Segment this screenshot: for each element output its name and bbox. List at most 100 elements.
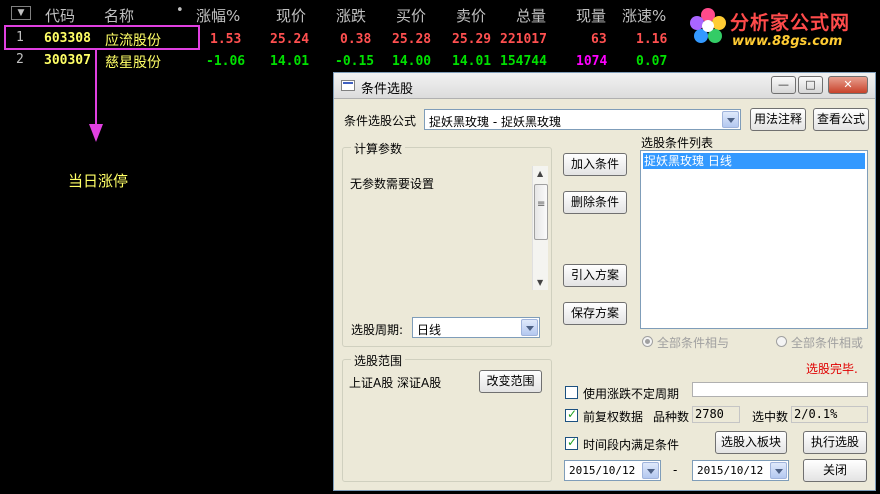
selected-label: 选中数 bbox=[752, 410, 789, 424]
dialog-title: 条件选股 bbox=[361, 82, 414, 97]
change-pct: -1.06 bbox=[206, 54, 246, 69]
col-speed[interactable]: 涨速% bbox=[622, 5, 666, 26]
uncertain-period-checkbox[interactable] bbox=[565, 386, 578, 399]
col-volume[interactable]: 总量 bbox=[516, 5, 546, 26]
flower-logo-icon bbox=[690, 8, 726, 43]
chevron-down-icon[interactable] bbox=[722, 111, 739, 128]
save-scheme-button[interactable]: 保存方案 bbox=[563, 302, 627, 325]
watermark-title: 分析家公式网 bbox=[730, 12, 851, 34]
selected-value: 2/0.1% bbox=[791, 406, 868, 423]
add-to-block-button[interactable]: 选股入板块 bbox=[715, 431, 787, 454]
speed: 1.16 bbox=[636, 32, 668, 47]
scroll-thumb[interactable] bbox=[534, 184, 548, 240]
period-select[interactable]: 日线 bbox=[412, 317, 540, 338]
date-to-picker[interactable]: 2015/10/12 bbox=[692, 460, 789, 481]
chevron-down-icon[interactable] bbox=[521, 319, 538, 336]
count-label: 品种数 bbox=[653, 410, 690, 424]
formula-label: 条件选股公式 bbox=[344, 114, 417, 128]
col-code[interactable]: 代码 bbox=[45, 5, 75, 26]
date-from-picker[interactable]: 2015/10/12 bbox=[564, 460, 661, 481]
bid-price: 25.28 bbox=[392, 32, 432, 47]
window-icon bbox=[341, 80, 355, 91]
radio-all-and-label: 全部条件相与 bbox=[657, 336, 730, 350]
col-ask[interactable]: 卖价 bbox=[456, 5, 486, 26]
period-label: 选股周期: bbox=[351, 323, 404, 337]
col-bid[interactable]: 买价 bbox=[396, 5, 426, 26]
col-name[interactable]: 名称 bbox=[104, 5, 134, 26]
col-price[interactable]: 现价 bbox=[276, 5, 306, 26]
import-scheme-button[interactable]: 引入方案 bbox=[563, 264, 627, 287]
change: 0.38 bbox=[340, 32, 372, 47]
speed: 0.07 bbox=[636, 54, 668, 69]
stock-code: 300307 bbox=[44, 53, 91, 68]
current-volume: 1074 bbox=[576, 54, 608, 69]
radio-all-or[interactable] bbox=[776, 336, 787, 347]
params-group: 计算参数 无参数需要设置 ▲ ▼ 选股周期: 日线 bbox=[342, 140, 552, 347]
condition-list-label: 选股条件列表 bbox=[641, 136, 714, 150]
col-separator-dot: • bbox=[176, 3, 184, 18]
row-number: 2 bbox=[16, 52, 24, 67]
params-group-title: 计算参数 bbox=[351, 140, 406, 157]
column-menu-icon[interactable]: ▼ bbox=[11, 6, 31, 20]
highlight-frame bbox=[4, 25, 200, 50]
change-range-button[interactable]: 改变范围 bbox=[479, 370, 542, 393]
volume: 221017 bbox=[500, 32, 547, 47]
price: 25.24 bbox=[270, 32, 310, 47]
execute-select-button[interactable]: 执行选股 bbox=[803, 431, 867, 454]
change: -0.15 bbox=[335, 54, 375, 69]
period-value: 日线 bbox=[417, 323, 442, 337]
params-scrollbar[interactable]: ▲ ▼ bbox=[532, 166, 548, 290]
dialog-titlebar[interactable]: 条件选股 — □ ✕ bbox=[334, 73, 875, 99]
change-pct: 1.53 bbox=[210, 32, 242, 47]
minimize-button[interactable]: — bbox=[771, 76, 796, 94]
delete-condition-button[interactable]: 删除条件 bbox=[563, 191, 627, 214]
formula-value: 捉妖黑玫瑰 - 捉妖黑玫瑰 bbox=[429, 115, 561, 129]
range-text: 上证A股 深证A股 bbox=[349, 376, 442, 390]
watermark: 分析家公式网 www.88gs.com bbox=[680, 0, 880, 56]
radio-all-and[interactable] bbox=[642, 336, 653, 347]
count-value: 2780 bbox=[692, 406, 740, 423]
scroll-down-icon[interactable]: ▼ bbox=[537, 278, 543, 287]
close-icon[interactable]: ✕ bbox=[828, 76, 868, 94]
chevron-down-icon[interactable] bbox=[770, 462, 787, 479]
radio-all-or-label: 全部条件相或 bbox=[791, 336, 864, 350]
col-current-volume[interactable]: 现量 bbox=[576, 5, 606, 26]
restore-data-checkbox[interactable] bbox=[565, 407, 578, 422]
bid-price: 14.00 bbox=[392, 54, 432, 69]
maximize-button[interactable]: □ bbox=[798, 76, 823, 94]
annotation-text: 当日涨停 bbox=[68, 172, 129, 190]
ask-price: 14.01 bbox=[452, 54, 492, 69]
close-button[interactable]: 关闭 bbox=[803, 459, 867, 482]
annotation-arrow-icon bbox=[89, 124, 103, 142]
annotation-line bbox=[95, 50, 97, 126]
scroll-up-icon[interactable]: ▲ bbox=[537, 169, 543, 178]
progress-bar bbox=[692, 382, 868, 397]
stock-name: 慈星股份 bbox=[105, 55, 161, 71]
period-condition-label: 时间段内满足条件 bbox=[583, 438, 680, 452]
condition-list[interactable]: 捉妖黑玫瑰 日线 bbox=[640, 150, 868, 329]
add-condition-button[interactable]: 加入条件 bbox=[563, 153, 627, 176]
current-volume: 63 bbox=[591, 32, 607, 47]
col-change-pct[interactable]: 涨幅% bbox=[196, 5, 240, 26]
params-text: 无参数需要设置 bbox=[350, 177, 435, 191]
period-condition-checkbox[interactable] bbox=[565, 435, 578, 450]
status-text: 选股完毕. bbox=[806, 362, 858, 376]
restore-data-label: 前复权数据 bbox=[583, 410, 644, 424]
watermark-url: www.88gs.com bbox=[732, 34, 843, 49]
usage-notes-button[interactable]: 用法注释 bbox=[750, 108, 806, 131]
price: 14.01 bbox=[270, 54, 310, 69]
range-group-title: 选股范围 bbox=[351, 352, 406, 369]
ask-price: 25.29 bbox=[452, 32, 492, 47]
chevron-down-icon[interactable] bbox=[642, 462, 659, 479]
col-change[interactable]: 涨跌 bbox=[336, 5, 366, 26]
volume: 154744 bbox=[500, 54, 547, 69]
range-group: 选股范围 上证A股 深证A股 改变范围 bbox=[342, 352, 552, 482]
uncertain-period-label: 使用涨跌不定周期 bbox=[583, 387, 680, 401]
view-formula-button[interactable]: 查看公式 bbox=[813, 108, 869, 131]
date-separator: - bbox=[673, 463, 678, 477]
date-to-value: 2015/10/12 bbox=[697, 464, 764, 477]
list-item[interactable]: 捉妖黑玫瑰 日线 bbox=[643, 153, 865, 169]
formula-select[interactable]: 捉妖黑玫瑰 - 捉妖黑玫瑰 bbox=[424, 109, 741, 130]
condition-select-dialog: 条件选股 — □ ✕ 条件选股公式 捉妖黑玫瑰 - 捉妖黑玫瑰 用法注释 查看公… bbox=[333, 72, 876, 491]
date-from-value: 2015/10/12 bbox=[569, 464, 636, 477]
